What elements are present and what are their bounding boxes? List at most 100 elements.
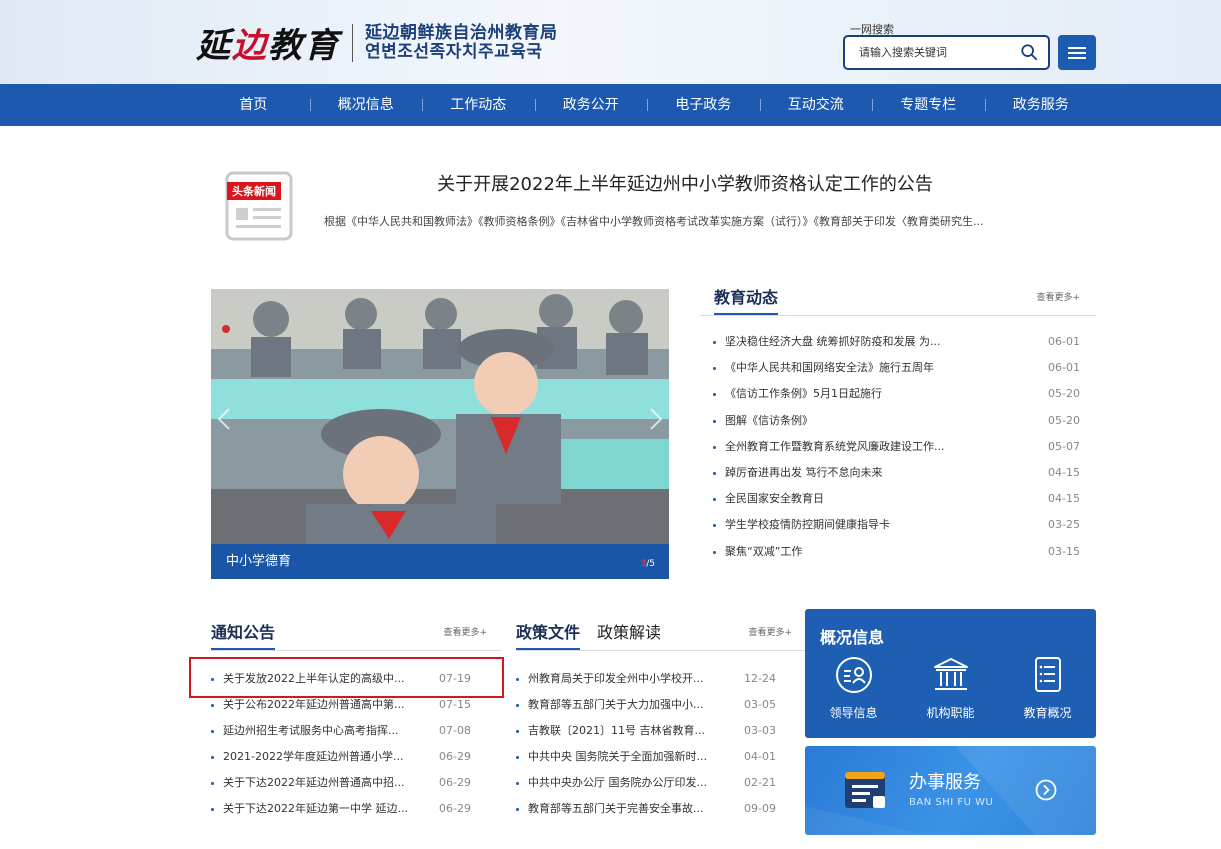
list-item[interactable]: 关于下达2022年延边州普通高中招... 06-29: [211, 770, 501, 796]
list-item[interactable]: 教育部等五部门关于大力加强中小... 03-05: [516, 692, 806, 718]
item-title: 关于下达2022年延边第一中学 延边...: [223, 802, 408, 815]
list-item[interactable]: 坚决稳住经济大盘 统筹抓好防疫和发展 为... 06-01: [700, 329, 1096, 355]
overview-education[interactable]: 教育概况: [999, 655, 1096, 721]
nav-item-e-gov[interactable]: 电子政务: [647, 84, 760, 126]
edu-news-title[interactable]: 教育动态: [714, 284, 779, 315]
list-item[interactable]: 关于下达2022年延边第一中学 延边... 06-29: [211, 796, 501, 822]
item-date: 07-08: [439, 724, 471, 737]
notices-list: 关于发放2022上半年认定的高级中... 07-19 关于公布2022年延边州普通…: [211, 651, 501, 822]
item-date: 12-24: [744, 672, 776, 685]
overview-institution[interactable]: 机构职能: [902, 655, 999, 721]
nav-item-home[interactable]: 首页: [197, 84, 310, 126]
logo-divider: [352, 23, 353, 62]
item-date: 03-25: [1048, 518, 1080, 532]
carousel-slide-image: [211, 289, 669, 544]
item-date: 09-09: [744, 802, 776, 815]
org-name: 延边朝鲜族自治州教育局 연변조선족자치주교육국: [365, 22, 558, 62]
circle-arrow-right-icon[interactable]: [1035, 779, 1057, 801]
item-date: 06-29: [439, 776, 471, 789]
item-date: 04-01: [744, 750, 776, 763]
list-item[interactable]: 踔厉奋进再出发 笃行不怠向未来 04-15: [700, 460, 1096, 486]
policy-list: 州教育局关于印发全州中小学校开... 12-24 教育部等五部门关于大力加强中小.…: [516, 651, 806, 822]
institution-building-icon: [933, 658, 968, 690]
tab-policy-docs[interactable]: 政策文件: [516, 619, 581, 650]
carousel-total: /5: [646, 559, 655, 569]
list-item[interactable]: 关于公布2022年延边州普通高中第... 07-15: [211, 692, 501, 718]
headline-news-icon: 头条新闻: [225, 171, 293, 241]
logo-char-1: 延: [196, 26, 232, 66]
edu-news-more-link[interactable]: 查看更多+: [1036, 290, 1080, 303]
list-item[interactable]: 关于发放2022上半年认定的高级中... 07-19: [211, 666, 501, 692]
nav-item-work-news[interactable]: 工作动态: [422, 84, 535, 126]
nav-item-interaction[interactable]: 互动交流: [759, 84, 873, 126]
item-date: 02-21: [744, 776, 776, 789]
org-name-cn: 延边朝鲜族自治州教育局: [365, 22, 558, 43]
list-item[interactable]: 吉教联〔2021〕11号 吉林省教育... 03-03: [516, 718, 806, 744]
document-list-icon: [1034, 657, 1061, 692]
item-title: 学生学校疫情防控期间健康指导卡: [725, 518, 890, 532]
item-date: 06-01: [1048, 335, 1080, 348]
edu-news-list: 坚决稳住经济大盘 统筹抓好防疫和发展 为... 06-01 《中华人民共和国网络安…: [700, 316, 1096, 565]
list-item[interactable]: 图解《信访条例》 05-20: [700, 408, 1096, 434]
item-title: 州教育局关于印发全州中小学校开...: [528, 672, 704, 685]
list-item[interactable]: 聚焦“双减”工作 03-15: [700, 539, 1096, 565]
item-title: 关于发放2022上半年认定的高级中...: [223, 672, 405, 685]
carousel-prev-arrow-icon[interactable]: [217, 407, 231, 431]
item-date: 04-15: [1048, 465, 1080, 479]
carousel-caption: 中小学德育: [211, 544, 669, 579]
hamburger-line: [1068, 56, 1086, 59]
item-title: 中共中央 国务院关于全面加强新时...: [528, 750, 707, 763]
list-item[interactable]: 州教育局关于印发全州中小学校开... 12-24: [516, 666, 806, 692]
edu-news-panel: 教育动态 查看更多+ 坚决稳住经济大盘 统筹抓好防疫和发展 为... 06-01 …: [700, 279, 1096, 565]
image-carousel[interactable]: 中小学德育 3/5: [211, 289, 669, 579]
item-title: 延边州招生考试服务中心高考指挥...: [223, 724, 399, 737]
service-title: 办事服务: [909, 772, 981, 793]
nav-item-services[interactable]: 政务服务: [984, 84, 1098, 126]
search-icon[interactable]: [1020, 43, 1038, 61]
service-banner[interactable]: 办事服务 BAN SHI FU WU: [805, 746, 1096, 835]
list-item[interactable]: 延边州招生考试服务中心高考指挥... 07-08: [211, 718, 501, 744]
overview-title[interactable]: 概况信息: [820, 624, 884, 648]
item-date: 07-19: [439, 672, 471, 685]
list-item[interactable]: 全民国家安全教育日 04-15: [700, 486, 1096, 512]
headline-title[interactable]: 关于开展2022年上半年延边州中小学教师资格认定工作的公告: [330, 170, 1040, 196]
logo-char-2: 边: [232, 26, 268, 66]
nav-item-overview[interactable]: 概况信息: [309, 84, 423, 126]
hamburger-menu-button[interactable]: [1058, 35, 1096, 70]
list-item[interactable]: 中共中央 国务院关于全面加强新时... 04-01: [516, 744, 806, 770]
item-title: 《信访工作条例》5月1日起施行: [725, 387, 882, 401]
overview-item-label: 教育概况: [1023, 706, 1072, 720]
tab-policy-interpretation[interactable]: 政策解读: [597, 619, 661, 643]
nav-item-topics[interactable]: 专题专栏: [872, 84, 985, 126]
item-date: 06-29: [439, 802, 471, 815]
logo-calligraphy: 延边教育: [196, 18, 340, 67]
notices-more-link[interactable]: 查看更多+: [443, 625, 487, 638]
list-item[interactable]: 中共中央办公厅 国务院办公厅印发... 02-21: [516, 770, 806, 796]
item-title: 关于公布2022年延边州普通高中第...: [223, 698, 405, 711]
item-date: 05-20: [1048, 413, 1080, 427]
item-title: 聚焦“双减”工作: [725, 544, 803, 558]
nav-item-gov-affairs[interactable]: 政务公开: [534, 84, 648, 126]
overview-leader-info[interactable]: 领导信息: [805, 655, 902, 721]
search-input[interactable]: [845, 37, 1015, 68]
leader-profile-icon: [835, 657, 872, 693]
list-item[interactable]: 教育部等五部门关于完善安全事故... 09-09: [516, 796, 806, 822]
overview-panel: 概况信息 领导信息 机构职能 教育概况: [805, 609, 1096, 738]
carousel-next-arrow-icon[interactable]: [649, 407, 663, 431]
headline-icon-label: 头条新闻: [232, 184, 276, 198]
list-item[interactable]: 2021-2022学年度延边州普通小学... 06-29: [211, 744, 501, 770]
item-title: 教育部等五部门关于完善安全事故...: [528, 802, 704, 815]
item-title: 踔厉奋进再出发 笃行不怠向未来: [725, 465, 883, 479]
site-logo[interactable]: 延边教育 延边朝鲜族自治州教育局 연변조선족자치주교육국: [196, 18, 558, 67]
main-nav: 首页 概况信息 工作动态 政务公开 电子政务 互动交流 专题专栏 政务服务: [0, 84, 1221, 126]
item-title: 图解《信访条例》: [725, 413, 813, 427]
notices-title[interactable]: 通知公告: [211, 619, 276, 650]
item-date: 05-20: [1048, 387, 1080, 401]
list-item[interactable]: 学生学校疫情防控期间健康指导卡 03-25: [700, 512, 1096, 538]
item-date: 06-01: [1048, 361, 1080, 375]
policy-more-link[interactable]: 查看更多+: [748, 625, 792, 638]
item-title: 《中华人民共和国网络安全法》施行五周年: [725, 361, 934, 375]
list-item[interactable]: 全州教育工作暨教育系统党风廉政建设工作... 05-07: [700, 434, 1096, 460]
list-item[interactable]: 《中华人民共和国网络安全法》施行五周年 06-01: [700, 355, 1096, 381]
list-item[interactable]: 《信访工作条例》5月1日起施行 05-20: [700, 381, 1096, 407]
